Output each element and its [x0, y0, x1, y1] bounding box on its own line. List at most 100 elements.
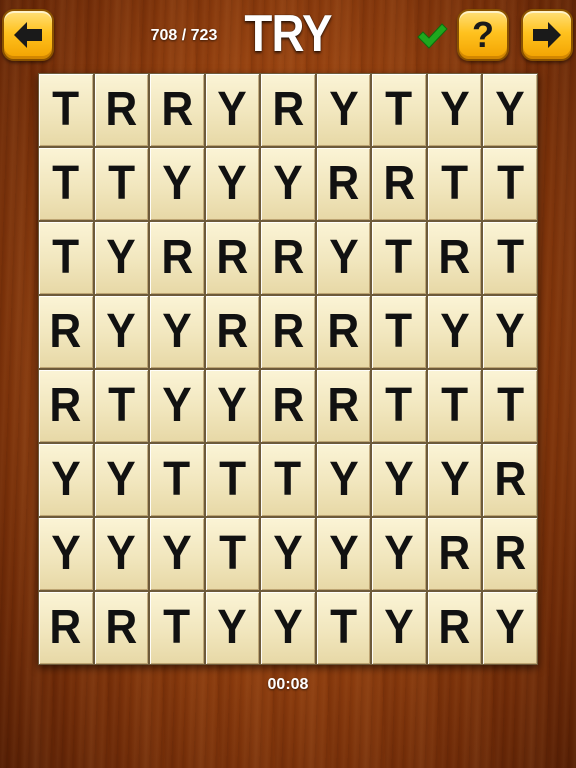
- letter-tile[interactable]: Y: [149, 147, 205, 221]
- letter-tile[interactable]: Y: [426, 73, 483, 147]
- letter-tile[interactable]: Y: [315, 443, 372, 517]
- tile-letter: R: [49, 601, 82, 654]
- tile-letter: T: [218, 527, 246, 580]
- letter-tile[interactable]: T: [204, 443, 261, 517]
- tile-letter: R: [438, 527, 471, 580]
- letter-tile[interactable]: T: [38, 221, 94, 295]
- letter-tile[interactable]: R: [149, 73, 205, 147]
- letter-tile[interactable]: T: [93, 369, 150, 443]
- letter-tile[interactable]: Y: [426, 295, 483, 369]
- letter-tile[interactable]: R: [93, 73, 150, 147]
- letter-tile[interactable]: Y: [93, 221, 150, 295]
- letter-tile[interactable]: Y: [482, 295, 538, 369]
- letter-tile[interactable]: R: [260, 369, 316, 443]
- letter-tile[interactable]: R: [426, 591, 483, 665]
- letter-tile[interactable]: R: [315, 369, 372, 443]
- letter-tile[interactable]: T: [315, 591, 372, 665]
- letter-tile[interactable]: Y: [93, 295, 150, 369]
- letter-tile[interactable]: Y: [482, 591, 538, 665]
- letter-tile[interactable]: R: [93, 591, 150, 665]
- tile-letter: T: [385, 379, 413, 432]
- letter-tile[interactable]: T: [204, 517, 261, 591]
- letter-tile[interactable]: Y: [204, 369, 261, 443]
- tile-letter: Y: [217, 379, 248, 432]
- letter-tile[interactable]: T: [482, 147, 538, 221]
- letter-tile[interactable]: Y: [371, 443, 427, 517]
- tile-letter: R: [216, 305, 249, 358]
- tile-letter: R: [327, 157, 360, 210]
- letter-tile[interactable]: Y: [371, 591, 427, 665]
- next-button[interactable]: [521, 9, 573, 61]
- letter-tile[interactable]: R: [38, 369, 94, 443]
- letter-tile[interactable]: T: [260, 443, 316, 517]
- letter-tile[interactable]: Y: [315, 73, 372, 147]
- letter-tile[interactable]: Y: [204, 73, 261, 147]
- letter-tile[interactable]: Y: [371, 517, 427, 591]
- letter-tile[interactable]: Y: [149, 369, 205, 443]
- letter-tile[interactable]: Y: [315, 517, 372, 591]
- letter-tile[interactable]: Y: [315, 221, 372, 295]
- letter-tile[interactable]: R: [315, 295, 372, 369]
- letter-tile[interactable]: T: [426, 147, 483, 221]
- letter-tile[interactable]: R: [315, 147, 372, 221]
- letter-tile[interactable]: R: [149, 221, 205, 295]
- letter-tile[interactable]: Y: [38, 443, 94, 517]
- letter-tile[interactable]: R: [260, 73, 316, 147]
- letter-tile[interactable]: T: [371, 295, 427, 369]
- tile-letter: Y: [162, 305, 192, 358]
- question-mark-icon: ?: [472, 14, 494, 55]
- tile-letter: Y: [495, 601, 525, 654]
- tile-letter: R: [494, 527, 527, 580]
- letter-tile[interactable]: R: [38, 591, 94, 665]
- letter-tile[interactable]: Y: [260, 591, 316, 665]
- tile-letter: Y: [328, 453, 359, 506]
- tile-letter: Y: [328, 231, 359, 284]
- tile-letter: Y: [384, 601, 414, 654]
- letter-tile[interactable]: R: [371, 147, 427, 221]
- letter-tile[interactable]: R: [260, 295, 316, 369]
- letter-tile[interactable]: Y: [260, 147, 316, 221]
- letter-tile[interactable]: Y: [204, 591, 261, 665]
- letter-tile[interactable]: R: [482, 443, 538, 517]
- letter-tile[interactable]: R: [482, 517, 538, 591]
- letter-tile[interactable]: T: [38, 147, 94, 221]
- letter-tile[interactable]: Y: [426, 443, 483, 517]
- letter-tile[interactable]: T: [371, 221, 427, 295]
- back-button[interactable]: [2, 9, 54, 61]
- letter-tile[interactable]: Y: [149, 517, 205, 591]
- tile-letter: T: [496, 157, 524, 210]
- help-button[interactable]: ?: [457, 9, 509, 61]
- tile-letter: Y: [439, 83, 470, 136]
- letter-tile[interactable]: T: [149, 591, 205, 665]
- tile-letter: R: [272, 379, 304, 432]
- letter-tile[interactable]: T: [482, 221, 538, 295]
- letter-tile[interactable]: T: [371, 73, 427, 147]
- letter-tile[interactable]: Y: [482, 73, 538, 147]
- letter-tile[interactable]: R: [260, 221, 316, 295]
- letter-tile[interactable]: Y: [38, 517, 94, 591]
- letter-tile[interactable]: R: [426, 221, 483, 295]
- letter-tile[interactable]: T: [371, 369, 427, 443]
- tile-letter: Y: [217, 601, 248, 654]
- letter-tile[interactable]: Y: [260, 517, 316, 591]
- letter-tile[interactable]: T: [38, 73, 94, 147]
- tile-letter: R: [160, 83, 193, 136]
- letter-grid: TRRYRYTYYTTYYYRRTTTYRRRYTRTRYYRRRTYYRTYY…: [38, 73, 538, 665]
- letter-tile[interactable]: T: [426, 369, 483, 443]
- letter-tile[interactable]: T: [149, 443, 205, 517]
- tile-letter: R: [327, 379, 360, 432]
- letter-tile[interactable]: Y: [93, 443, 150, 517]
- letter-tile[interactable]: Y: [93, 517, 150, 591]
- letter-tile[interactable]: Y: [149, 295, 205, 369]
- letter-tile[interactable]: T: [482, 369, 538, 443]
- letter-tile[interactable]: R: [38, 295, 94, 369]
- tile-letter: Y: [106, 305, 137, 358]
- letter-tile[interactable]: R: [204, 295, 261, 369]
- tile-letter: Y: [273, 601, 303, 654]
- tile-letter: T: [163, 601, 191, 654]
- level-progress: 708 / 723: [150, 27, 218, 44]
- letter-tile[interactable]: T: [93, 147, 150, 221]
- letter-tile[interactable]: Y: [204, 147, 261, 221]
- letter-tile[interactable]: R: [426, 517, 483, 591]
- letter-tile[interactable]: R: [204, 221, 261, 295]
